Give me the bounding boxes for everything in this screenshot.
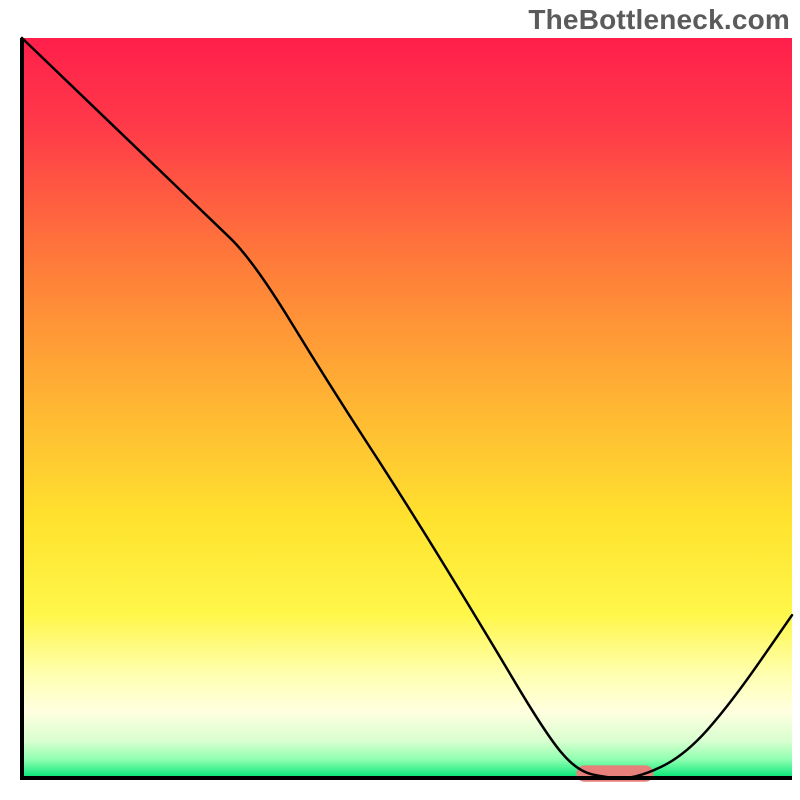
chart-svg [0,0,800,800]
chart-container: TheBottleneck.com [0,0,800,800]
watermark-text: TheBottleneck.com [528,4,790,36]
